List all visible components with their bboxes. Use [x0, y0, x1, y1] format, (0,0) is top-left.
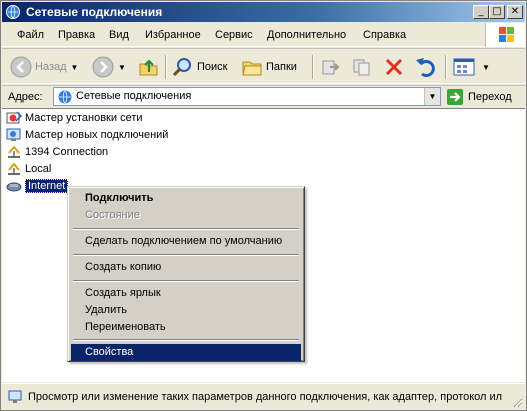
address-dropdown-icon[interactable]: ▼: [424, 88, 440, 105]
address-bar: Адрес: Сетевые подключения ▼ Переход: [2, 85, 525, 107]
explorer-window: Сетевые подключения _ □ ✕ Файл Правка Ви…: [0, 0, 527, 411]
menu-separator: [73, 280, 299, 282]
window-title: Сетевые подключения: [26, 5, 163, 19]
lan-connection-icon: [8, 145, 20, 158]
maximize-button[interactable]: □: [489, 5, 505, 19]
forward-dropdown-icon[interactable]: ▼: [118, 63, 126, 72]
undo-icon: [416, 58, 435, 77]
list-item-label: Мастер новых подключений: [25, 129, 169, 141]
menu-bar: Файл Правка Вид Избранное Сервис Дополни…: [2, 23, 525, 47]
menu-item-connect[interactable]: Подключить: [71, 190, 301, 207]
menu-item-status[interactable]: Состояние: [71, 207, 301, 224]
network-connection-icon: [8, 390, 22, 403]
search-label: Поиск: [197, 61, 228, 73]
move-to-button[interactable]: [319, 54, 341, 80]
go-button[interactable]: Переход: [446, 87, 512, 106]
go-label: Переход: [468, 90, 512, 103]
list-item[interactable]: Мастер установки сети: [6, 110, 143, 126]
list-item[interactable]: Мастер новых подключений: [6, 127, 168, 143]
network-setup-wizard-icon: [6, 111, 22, 124]
menu-item-create-copy[interactable]: Создать копию: [71, 259, 301, 276]
forward-button[interactable]: ▼: [92, 54, 126, 80]
windows-flag-icon: [499, 27, 514, 42]
windows-logo: [485, 23, 525, 47]
menu-edit[interactable]: Правка: [58, 29, 95, 41]
network-connections-icon: [6, 5, 20, 19]
folders-icon: [242, 61, 262, 76]
folders-button[interactable]: Папки: [241, 54, 297, 80]
context-menu: Подключить Состояние Сделать подключение…: [67, 186, 305, 362]
close-button[interactable]: ✕: [507, 5, 523, 19]
menu-tools[interactable]: Сервис: [215, 29, 253, 41]
copy-to-button[interactable]: [351, 54, 373, 80]
views-button[interactable]: ▼: [452, 54, 490, 80]
move-to-icon: [322, 60, 340, 75]
back-label: Назад: [35, 61, 67, 73]
title-bar[interactable]: Сетевые подключения _ □ ✕: [2, 2, 525, 22]
toolbar-separator: [445, 55, 447, 79]
menu-separator: [73, 228, 299, 230]
list-item-label: Мастер установки сети: [25, 112, 143, 124]
menu-help[interactable]: Справка: [363, 29, 406, 41]
delete-x-icon: [385, 58, 403, 76]
up-folder-icon: [139, 59, 158, 76]
menu-view[interactable]: Вид: [109, 29, 129, 41]
search-button[interactable]: Поиск: [172, 54, 227, 80]
folders-label: Папки: [266, 61, 297, 73]
back-arrow-icon: [10, 56, 32, 78]
list-item-label: Internet: [25, 179, 69, 193]
toolbar: Назад ▼ ▼ Поиск Папки ▼: [2, 48, 525, 84]
address-field[interactable]: Сетевые подключения ▼: [53, 87, 441, 106]
back-dropdown-icon[interactable]: ▼: [71, 63, 79, 72]
toolbar-separator: [312, 55, 314, 79]
list-item-label: 1394 Connection: [25, 146, 109, 158]
status-text: Просмотр или изменение таких параметров …: [28, 391, 503, 403]
views-dropdown-icon[interactable]: ▼: [482, 63, 490, 72]
up-folder-button[interactable]: [138, 54, 160, 80]
network-connections-icon: [58, 90, 72, 104]
back-button[interactable]: Назад ▼: [10, 54, 78, 80]
dialup-connection-icon: [6, 182, 22, 192]
go-arrow-icon: [447, 88, 463, 105]
lan-connection-icon: [8, 162, 20, 175]
menu-separator: [73, 339, 299, 341]
copy-to-icon: [353, 59, 370, 76]
undo-button[interactable]: [414, 54, 436, 80]
list-item[interactable]: 1394 Connection: [6, 144, 108, 160]
menu-favorites[interactable]: Избранное: [145, 29, 201, 41]
menu-file[interactable]: Файл: [17, 29, 44, 41]
views-icon: [453, 58, 475, 76]
menu-separator: [73, 254, 299, 256]
address-label: Адрес:: [8, 91, 43, 103]
menu-item-set-default[interactable]: Сделать подключением по умолчанию: [71, 233, 301, 250]
delete-button[interactable]: [383, 54, 405, 80]
list-item[interactable]: Local: [6, 161, 51, 177]
minimize-button[interactable]: _: [473, 5, 489, 19]
menu-item-create-shortcut[interactable]: Создать ярлык: [71, 285, 301, 302]
new-connection-wizard-icon: [6, 128, 21, 141]
address-value: Сетевые подключения: [76, 90, 192, 102]
status-bar: Просмотр или изменение таких параметров …: [2, 383, 525, 410]
menu-item-properties[interactable]: Свойства: [71, 344, 301, 361]
resize-grip-icon[interactable]: [511, 396, 523, 408]
menu-advanced[interactable]: Дополнительно: [267, 29, 346, 41]
menu-item-delete[interactable]: Удалить: [71, 302, 301, 319]
search-icon: [172, 58, 191, 77]
toolbar-separator: [165, 55, 167, 79]
menu-item-rename[interactable]: Переименовать: [71, 319, 301, 336]
list-item-label: Local: [25, 163, 52, 175]
forward-arrow-icon: [92, 56, 114, 78]
list-item-selected[interactable]: Internet: [6, 178, 69, 194]
